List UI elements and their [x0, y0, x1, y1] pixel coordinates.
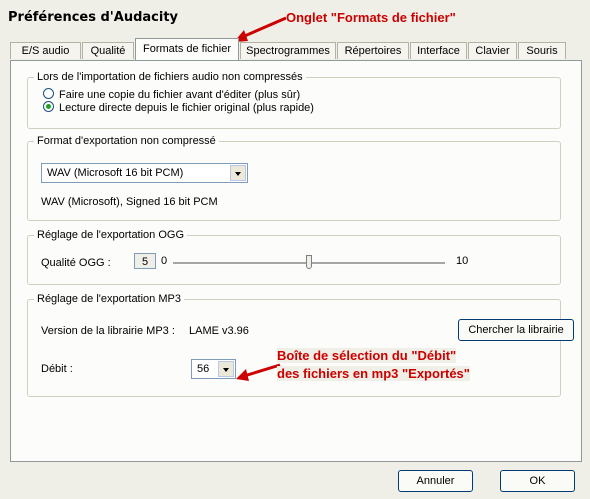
ogg-quality-label: Qualité OGG :: [41, 257, 111, 269]
tab-audio-io[interactable]: E/S audio: [10, 42, 81, 59]
tab-quality[interactable]: Qualité: [82, 42, 134, 59]
mp3-library-version: LAME v3.96: [189, 325, 249, 337]
ogg-slider-thumb[interactable]: [306, 255, 312, 269]
import-copy-option[interactable]: Faire une copie du fichier avant d'édite…: [43, 88, 300, 101]
mp3-group: Réglage de l'exportation MP3: [27, 293, 561, 397]
radio-unchecked-icon[interactable]: [43, 88, 54, 99]
export-group-legend: Format d'exportation non compressé: [37, 135, 216, 147]
tab-callout: Onglet "Formats de fichier": [286, 10, 456, 25]
export-format-value: WAV (Microsoft 16 bit PCM): [47, 167, 184, 179]
import-direct-option[interactable]: Lecture directe depuis le fichier origin…: [43, 101, 314, 114]
ogg-group-legend: Réglage de l'exportation OGG: [37, 229, 185, 241]
radio-checked-icon[interactable]: [43, 101, 54, 112]
ogg-slider-min: 0: [161, 255, 168, 267]
bitrate-callout-line2: des fichiers en mp3 "Exportés": [277, 366, 470, 381]
chevron-down-icon[interactable]: [218, 361, 234, 377]
tab-interface[interactable]: Interface: [410, 42, 467, 59]
bitrate-callout-line1: Boîte de sélection du "Débit": [277, 348, 457, 363]
import-copy-label: Faire une copie du fichier avant d'édite…: [59, 89, 301, 101]
ok-button[interactable]: OK: [500, 470, 575, 492]
import-direct-label: Lecture directe depuis le fichier origin…: [59, 102, 314, 114]
window-title: Préférences d'Audacity: [8, 10, 179, 25]
tab-file-formats[interactable]: Formats de fichier: [135, 38, 239, 60]
tab-callout-arrow-icon: [234, 16, 287, 42]
export-format-description: WAV (Microsoft), Signed 16 bit PCM: [41, 196, 218, 208]
chevron-down-icon[interactable]: [230, 165, 246, 181]
mp3-group-legend: Réglage de l'exportation MP3: [37, 293, 181, 305]
preferences-window: Préférences d'Audacity E/S audio Qualité…: [0, 0, 590, 499]
export-format-select[interactable]: WAV (Microsoft 16 bit PCM): [41, 163, 248, 183]
bitrate-value: 56: [197, 363, 210, 375]
tab-keyboard[interactable]: Clavier: [468, 42, 517, 59]
find-library-button[interactable]: Chercher la librairie: [458, 319, 574, 341]
cancel-button[interactable]: Annuler: [398, 470, 473, 492]
import-group-legend: Lors de l'importation de fichiers audio …: [37, 71, 303, 83]
bitrate-callout-arrow-icon: [236, 363, 281, 381]
bitrate-select[interactable]: 56: [191, 359, 236, 379]
bitrate-label: Débit :: [41, 363, 73, 375]
ogg-quality-value: 5: [134, 253, 156, 269]
tab-directories[interactable]: Répertoires: [337, 42, 409, 59]
ogg-slider-max: 10: [456, 255, 469, 267]
tab-mouse[interactable]: Souris: [518, 42, 566, 59]
file-formats-panel: Lors de l'importation de fichiers audio …: [10, 60, 582, 462]
mp3-library-label: Version de la librairie MP3 :: [41, 325, 175, 337]
